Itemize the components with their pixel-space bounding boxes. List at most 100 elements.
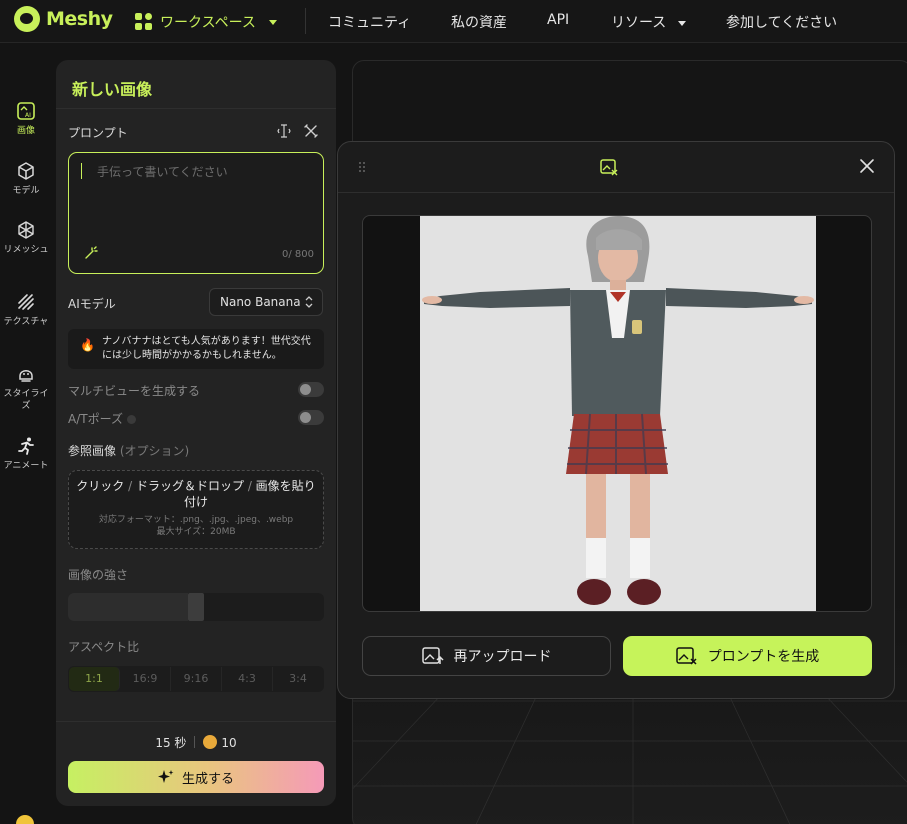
dropzone-drag: ドラッグ＆ドロップ (135, 479, 244, 493)
nav-community[interactable]: コミュニティ (328, 12, 411, 32)
panel-title: 新しい画像 (72, 80, 153, 99)
dropzone-formats: 対応フォーマット：.png、.jpg、.jpeg、.webp (98, 515, 294, 525)
dropzone-maxsize: 最大サイズ：20MB (156, 527, 236, 537)
rail-item-remesh[interactable]: リメッシュ (0, 220, 52, 256)
credit-coin-icon (203, 735, 218, 749)
nav-divider (305, 8, 306, 34)
reference-label: 参照画像 (オプション) (68, 442, 189, 459)
strength-slider[interactable] (68, 593, 324, 621)
rail-item-label: 画像 (16, 126, 35, 136)
time-cost: 15 秒 (155, 736, 187, 750)
char-counter: 0/ 800 (282, 249, 314, 260)
multiview-label: マルチビューを生成する (68, 384, 201, 398)
drag-handle-icon[interactable] (358, 161, 366, 173)
chevron-down-icon (678, 20, 687, 26)
rail-item-model[interactable]: モデル (0, 161, 52, 197)
credit-cost: 10 (221, 736, 237, 750)
multiview-toggle[interactable] (298, 382, 324, 397)
nav-resources[interactable]: リソース (611, 12, 687, 32)
nav-resources-label: リソース (611, 15, 667, 31)
nav-assets[interactable]: 私の資産 (451, 12, 507, 32)
generate-prompt-button[interactable]: プロンプトを生成 (623, 636, 872, 676)
nav-workspace[interactable]: ワークスペース (135, 12, 277, 32)
remesh-icon (18, 221, 34, 239)
image-upload-icon (421, 647, 444, 664)
generate-label: 生成する (181, 771, 234, 787)
reference-optional: (オプション) (119, 444, 190, 458)
preview-stage (420, 216, 816, 611)
dropzone-click: クリック (76, 479, 125, 493)
tool-rail: AI 画像 モデル リメッシュ テクスチャ スタイライズ アニメート (0, 43, 52, 824)
uploaded-image-preview (362, 215, 872, 612)
aspect-option[interactable]: 9:16 (171, 667, 222, 691)
new-image-panel: 新しい画像 プロンプト 0/ 800 AIモデル Nano Banana 🔥 ナ… (56, 60, 336, 806)
close-icon[interactable] (858, 157, 876, 175)
info-icon[interactable] (126, 415, 136, 424)
enhance-prompt-button[interactable] (83, 245, 99, 261)
ai-model-label: AIモデル (68, 297, 116, 311)
brand-logo[interactable]: Meshy (14, 6, 113, 32)
slider-fill (68, 593, 188, 621)
text-cursor-icon (277, 124, 291, 138)
rail-item-texture[interactable]: テクスチャ (0, 292, 52, 328)
aspect-option[interactable]: 3:4 (273, 667, 323, 691)
atpose-label-text: A/Tポーズ (68, 412, 123, 426)
image-to-prompt-icon (600, 159, 618, 176)
dropzone-instructions: クリック / ドラッグ＆ドロップ / 画像を貼り付け (76, 479, 316, 509)
divider (338, 192, 894, 193)
rail-item-label: アニメート (3, 461, 49, 471)
texture-icon (18, 294, 34, 310)
prompt-box: 0/ 800 (68, 152, 324, 274)
aspect-option[interactable]: 16:9 (120, 667, 171, 691)
grid-icon (135, 13, 153, 31)
rail-item-label: テクスチャ (3, 317, 49, 327)
rail-item-animate[interactable]: アニメート (0, 436, 52, 472)
aspect-option[interactable]: 1:1 (69, 667, 120, 691)
atpose-label: A/Tポーズ (68, 410, 136, 427)
reference-label-text: 参照画像 (68, 444, 117, 458)
aspect-option[interactable]: 4:3 (222, 667, 273, 691)
nav-join[interactable]: 参加してください (726, 12, 837, 32)
top-nav: Meshy ワークスペース コミュニティ 私の資産 API リソース 参加してく… (0, 0, 907, 43)
strength-label: 画像の強さ (68, 568, 129, 582)
running-icon (18, 437, 34, 455)
cube-icon (18, 162, 34, 180)
reupload-label: 再アップロード (453, 649, 552, 665)
nav-api[interactable]: API (547, 12, 569, 28)
magic-wand-icon (85, 246, 98, 259)
rail-item-label: リメッシュ (3, 245, 49, 255)
ai-model-select[interactable]: Nano Banana (209, 288, 323, 316)
rail-item-label: モデル (12, 186, 40, 196)
generation-cost: 15 秒 10 (56, 734, 336, 751)
divider (56, 721, 336, 722)
reference-dropzone[interactable]: クリック / ドラッグ＆ドロップ / 画像を貼り付け 対応フォーマット：.png… (68, 470, 324, 549)
ai-image-icon: AI (17, 102, 35, 120)
svg-text:AI: AI (25, 112, 31, 119)
stylize-icon (19, 370, 33, 382)
character-image (422, 216, 814, 605)
atpose-toggle[interactable] (298, 410, 324, 425)
rail-item-label: スタイライズ (3, 389, 49, 411)
prompt-input[interactable] (81, 163, 311, 233)
prompt-label: プロンプト (68, 126, 128, 140)
generate-button[interactable]: 生成する (68, 761, 324, 793)
slider-thumb[interactable] (188, 593, 204, 621)
prompt-template-button[interactable] (276, 123, 292, 139)
chevron-updown-icon (305, 296, 313, 308)
image-to-prompt-icon (675, 647, 697, 665)
rail-item-image[interactable]: AI 画像 (0, 101, 52, 137)
image-to-prompt-modal: 再アップロード プロンプトを生成 (337, 141, 895, 699)
sparkle-icon (157, 770, 174, 783)
aspect-label: アスペクト比 (68, 640, 140, 654)
ai-model-value: Nano Banana (220, 295, 301, 309)
rail-item-stylize[interactable]: スタイライズ (0, 364, 52, 412)
tools-icon (304, 124, 318, 138)
aspect-ratio-selector: 1:1 16:9 9:16 4:3 3:4 (68, 666, 324, 692)
generate-prompt-label: プロンプトを生成 (707, 649, 820, 665)
prompt-tools-button[interactable] (303, 123, 319, 139)
notice-banner: 🔥 ナノバナナはとても人気があります！世代交代には少し時間がかかるかもしれません… (68, 329, 324, 369)
reupload-button[interactable]: 再アップロード (362, 636, 611, 676)
brand-name: Meshy (46, 8, 113, 30)
fire-icon: 🔥 (80, 338, 95, 352)
nav-workspace-label: ワークスペース (160, 15, 256, 31)
